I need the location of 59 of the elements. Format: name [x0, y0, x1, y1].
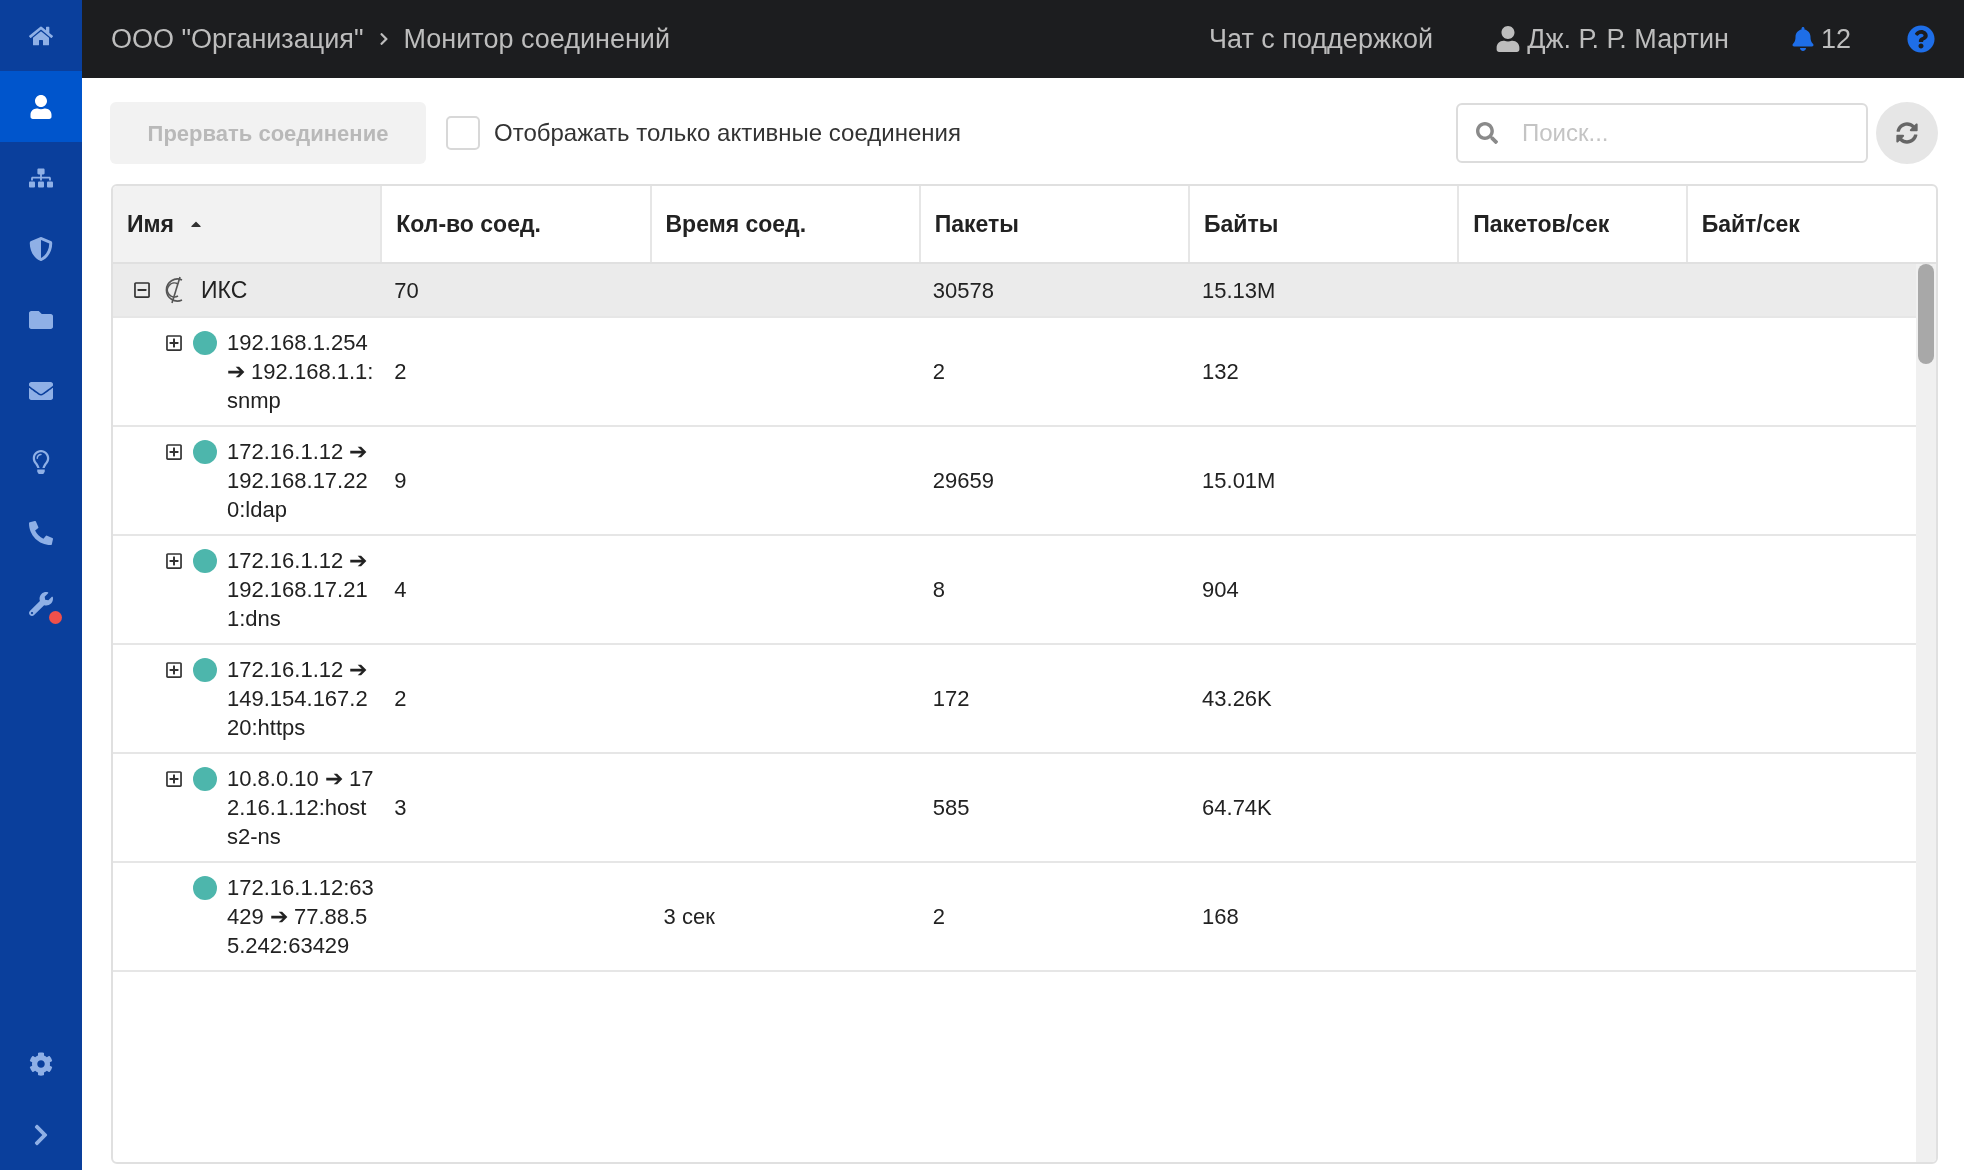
connection-name: 172.16.1.12 ➔ 192.168.17.211:dns [227, 547, 369, 633]
connection-name: 10.8.0.10 ➔ 172.16.1.12:hosts2-ns [227, 765, 375, 851]
support-chat-link[interactable]: Чат с поддержкой [1209, 18, 1434, 60]
expand-icon[interactable] [165, 552, 183, 570]
table-cell: 9 [394, 468, 407, 493]
connection-name: 172.16.1.12 ➔ 192.168.17.220:ldap [227, 438, 369, 524]
table-cell: 132 [1202, 359, 1239, 384]
table-row[interactable]: ИКС 70 30578 15.13M [113, 264, 1916, 318]
table-cell: 29659 [932, 468, 994, 493]
table-cell: 30578 [932, 277, 994, 303]
breadcrumb-link[interactable]: Монитор соединений [403, 18, 670, 60]
search-icon [1476, 122, 1498, 144]
expand-icon[interactable] [165, 334, 183, 352]
wrench-icon [29, 591, 53, 616]
chevron-right-icon [377, 32, 390, 46]
table-cell: 8 [932, 577, 946, 602]
table-cell: 2 [932, 904, 946, 929]
column-header[interactable]: Имя [113, 186, 383, 262]
table-cell: 172 [932, 686, 970, 711]
notifications-button[interactable]: 12 [1790, 18, 1851, 60]
table-cell: 2 [932, 359, 946, 384]
table-cell: 15.13M [1202, 277, 1276, 303]
hierarchy-icon [29, 165, 53, 190]
collapse-icon[interactable] [133, 281, 151, 299]
connection-name: 172.16.1.12 ➔ 149.154.167.220:https [227, 656, 369, 742]
expand-icon[interactable] [165, 770, 183, 788]
scrollbar-thumb[interactable] [1918, 264, 1934, 364]
table-cell: 43.26K [1202, 686, 1272, 711]
connection-name: 192.168.1.254 ➔ 192.168.1.1:snmp [227, 329, 375, 415]
refresh-icon [1896, 122, 1918, 144]
table-cell-text: ИКС [201, 275, 248, 305]
shield-icon [29, 236, 53, 261]
scrollbar[interactable] [1916, 264, 1936, 1162]
settings-icon [29, 1051, 53, 1076]
table-cell: 2 [394, 686, 407, 711]
breadcrumb-link[interactable]: ООО "Организация" [111, 18, 364, 60]
table-cell: 64.74K [1202, 795, 1272, 820]
table-cell: 3 сек [663, 904, 715, 929]
table-cell: 904 [1202, 577, 1239, 602]
expand-icon[interactable] [165, 443, 183, 461]
expand-icon[interactable] [165, 661, 183, 679]
checkbox[interactable] [446, 116, 480, 150]
table-cell: 2 [394, 359, 407, 384]
table-cell: 168 [1202, 904, 1239, 929]
bell-icon [1790, 27, 1815, 51]
sidebar-item[interactable] [0, 71, 82, 142]
user-icon [29, 94, 53, 119]
checkbox-label: Отображать только активные соединения [494, 118, 961, 148]
table-cell: 3 [394, 795, 407, 820]
user-menu[interactable]: Дж. Р. Р. Мартин [1495, 18, 1729, 60]
phone-icon [29, 520, 53, 545]
search-field[interactable]: Поиск... [1456, 103, 1868, 163]
table-cell: 70 [394, 277, 419, 303]
table-cell: 585 [932, 795, 970, 820]
help-icon[interactable] [1907, 25, 1935, 53]
table-cell: 4 [394, 577, 407, 602]
connection-name: 172.16.1.12:63429 ➔ 77.88.55.242:63429 [227, 874, 375, 960]
user-icon [1495, 26, 1522, 52]
table-cell: 15.01M [1202, 468, 1276, 493]
